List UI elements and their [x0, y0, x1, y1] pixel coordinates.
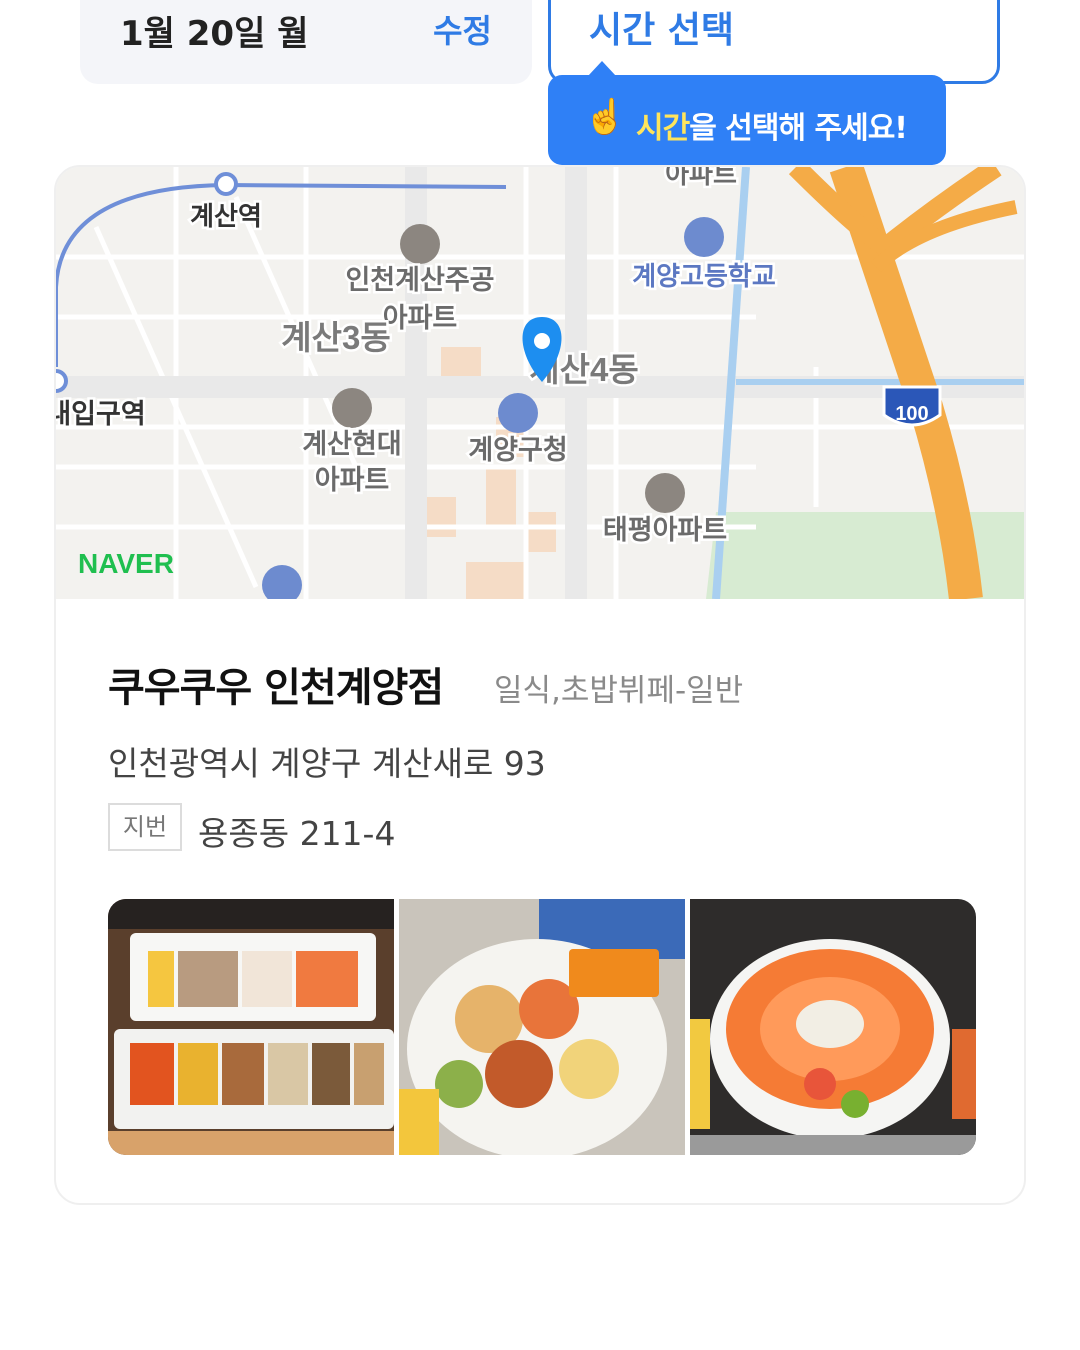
place-card: 100 계산역 인천계산주공 아파트 계산3동 계산4동 계양고등학교 아파트 …: [54, 165, 1026, 1205]
sushi-plate-photo[interactable]: [399, 899, 685, 1155]
label-district-office: 계양구청: [468, 435, 567, 465]
gyesan-station-marker: [214, 172, 238, 196]
selected-date: 1월 20일 월: [120, 14, 309, 54]
time-select-tooltip: ☝️ 시간을 선택해 주세요!: [548, 61, 946, 165]
label-entrance-station: 내입구역: [56, 399, 146, 429]
label-apartment-top: 아파트: [665, 167, 737, 189]
pointing-up-hand-icon: ☝️: [584, 97, 627, 137]
label-apt-jugong: 인천계산주공: [345, 265, 494, 295]
jibun-address: 용종동 211-4: [198, 814, 396, 853]
sushi-platter-photo[interactable]: [108, 899, 394, 1155]
label-hyundai-2: 아파트: [315, 465, 390, 495]
map-view[interactable]: 100 계산역 인천계산주공 아파트 계산3동 계산4동 계양고등학교 아파트 …: [56, 167, 1024, 599]
place-name[interactable]: 쿠우쿠우 인천계양점: [108, 655, 444, 713]
label-gyesan-station: 계산역: [190, 201, 262, 231]
naver-logo: NAVER: [78, 548, 174, 579]
highway-shield-icon: 100: [882, 385, 942, 427]
jibun-badge: 지번: [108, 803, 182, 851]
entrance-station-marker: [56, 369, 68, 393]
tooltip-rest: 을 선택해 주세요!: [689, 111, 908, 146]
place-address: 인천광역시 계양구 계산새로 93: [108, 744, 546, 783]
edit-date-button[interactable]: 수정: [433, 6, 492, 52]
tooltip-arrow: [588, 61, 616, 76]
highway-number: 100: [895, 403, 928, 425]
tooltip-message: 시간을 선택해 주세요!: [636, 103, 908, 147]
tooltip-highlight: 시간: [636, 111, 690, 146]
label-hyundai: 계산현대: [302, 429, 401, 459]
label-school: 계양고등학교: [632, 261, 776, 291]
salmon-plate-photo[interactable]: [690, 899, 976, 1155]
photo-gallery: [108, 899, 976, 1155]
date-field: 1월 20일 월 수정: [80, 0, 532, 84]
time-select-label: 시간 선택: [589, 10, 735, 51]
label-gyesan3: 계산3동: [281, 319, 390, 356]
place-category: 일식,초밥뷔페-일반: [494, 673, 744, 709]
label-apt-jugong-2: 아파트: [383, 303, 458, 333]
label-taepyeong: 태평아파트: [603, 515, 727, 545]
